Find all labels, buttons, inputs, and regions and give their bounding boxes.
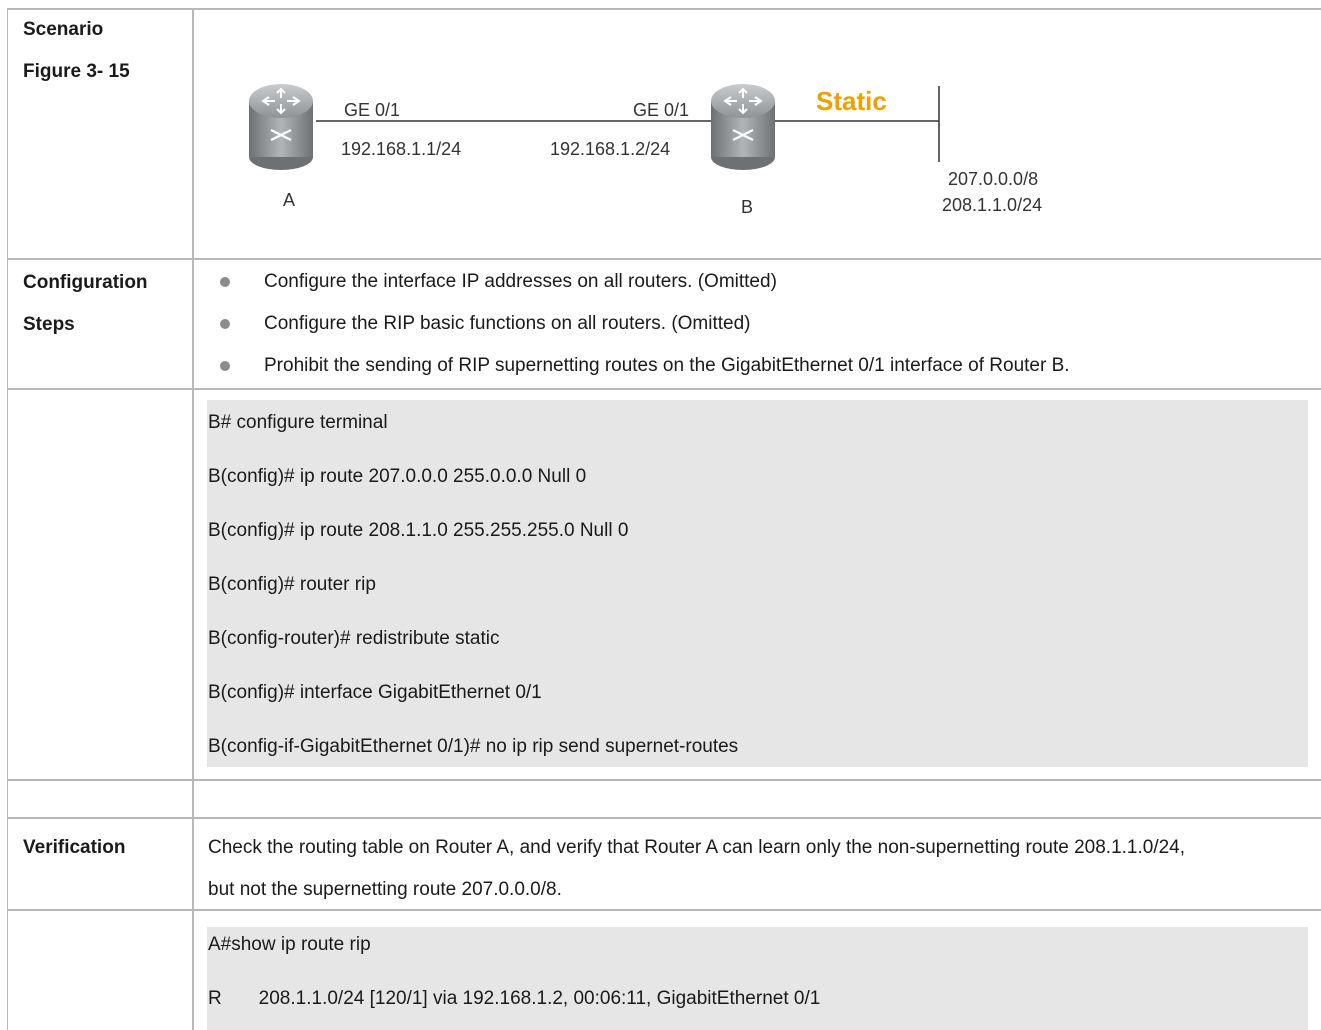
config-steps-label-line1: Configuration: [23, 272, 148, 293]
figure-label: Figure 3- 15: [23, 61, 130, 82]
row-divider: [8, 817, 1321, 819]
verification-text-line2: but not the supernetting route 207.0.0.0…: [208, 879, 562, 900]
static-label: Static: [816, 86, 887, 116]
row-divider: [8, 8, 1321, 10]
row-divider: [8, 909, 1321, 911]
config-step-3: Prohibit the sending of RIP supernetting…: [264, 355, 1070, 376]
config-step-2: Configure the RIP basic functions on all…: [264, 313, 751, 334]
bullet-icon: [220, 361, 230, 371]
router-a-ip: 192.168.1.1/24: [341, 139, 461, 159]
router-a-name: A: [283, 190, 295, 210]
bullet-icon: [220, 277, 230, 287]
row-divider: [8, 258, 1321, 260]
config-code-line-3: B(config)# ip route 208.1.1.0 255.255.25…: [208, 520, 629, 541]
verification-code-line-2: R 208.1.1.0/24 [120/1] via 192.168.1.2, …: [208, 988, 821, 1009]
config-code-line-4: B(config)# router rip: [208, 574, 376, 595]
row-divider: [8, 779, 1321, 781]
config-code-line-7: B(config-if-GigabitEthernet 0/1)# no ip …: [208, 736, 739, 757]
router-b-ip: 192.168.1.2/24: [550, 139, 670, 159]
verification-code-line-1: A#show ip route rip: [208, 934, 371, 955]
verification-code-block: [207, 927, 1308, 1030]
row-divider: [8, 388, 1321, 390]
network-topology-figure: GE 0/1 192.168.1.1/24 A GE 0/1 192.168.1…: [249, 84, 1042, 217]
router-b-interface: GE 0/1: [633, 100, 689, 120]
router-a-interface: GE 0/1: [344, 100, 400, 120]
config-code-line-1: B# configure terminal: [208, 412, 388, 433]
verification-text-line1: Check the routing table on Router A, and…: [208, 837, 1186, 858]
network-207: 207.0.0.0/8: [948, 169, 1038, 189]
config-steps-label-line2: Steps: [23, 314, 75, 335]
config-step-1: Configure the interface IP addresses on …: [264, 271, 777, 292]
config-code-line-2: B(config)# ip route 207.0.0.0 255.0.0.0 …: [208, 466, 587, 487]
router-b-name: B: [741, 197, 753, 217]
config-code-line-5: B(config-router)# redistribute static: [208, 628, 500, 649]
config-code-line-6: B(config)# interface GigabitEthernet 0/1: [208, 682, 542, 703]
bullet-icon: [220, 319, 230, 329]
verification-label: Verification: [23, 837, 126, 858]
scenario-label: Scenario: [23, 19, 104, 40]
router-a-icon: [249, 84, 313, 170]
network-208: 208.1.1.0/24: [942, 195, 1042, 215]
document-table: Scenario Figure 3- 15 GE 0/1 192.168.1.1…: [7, 8, 1321, 1030]
router-b-icon: [711, 84, 775, 170]
